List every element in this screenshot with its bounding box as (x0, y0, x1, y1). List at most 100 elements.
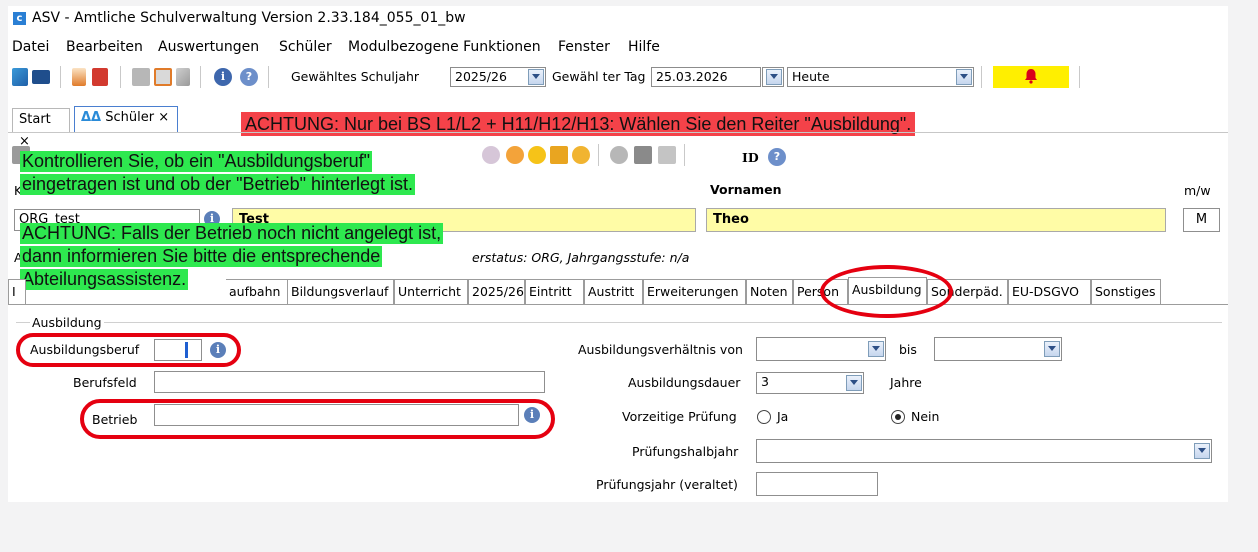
schuljahr-label: Gewähltes Schuljahr (291, 69, 420, 84)
report-icon[interactable] (72, 68, 86, 86)
keyboard-icon[interactable] (32, 70, 50, 84)
green-annotation-1-line-2: eingetragen ist und ob der "Betrieb" hin… (20, 174, 416, 195)
chevron-down-icon[interactable] (1194, 443, 1210, 459)
tab-schueler-label: Schüler (105, 110, 155, 125)
chevron-down-icon[interactable] (868, 341, 884, 357)
berufsfeld-field[interactable] (154, 371, 545, 393)
menu-bearbeiten[interactable]: Bearbeiten (66, 39, 143, 55)
radio-nein-label[interactable]: Nein (911, 409, 939, 424)
radio-ja-label[interactable]: Ja (777, 409, 788, 424)
tab-bildungsverlauf[interactable]: Bildungsverlauf (287, 279, 394, 305)
vornamen-value: Theo (713, 212, 749, 227)
tab-schueler[interactable]: ᐃᐃ Schüler × (74, 106, 178, 132)
menu-modulbezogene-funktionen[interactable]: Modulbezogene Funktionen (348, 39, 541, 55)
tab-2025-26[interactable]: 2025/26 (468, 279, 525, 305)
tag-label: Gewähl ter Tag (552, 69, 646, 84)
toolbar-separator (684, 144, 685, 166)
red-outline-betrieb (80, 399, 555, 439)
menu-auswertungen[interactable]: Auswertungen (158, 39, 259, 55)
verhaeltnis-bis-select[interactable] (934, 337, 1062, 361)
id-label[interactable]: ID (742, 150, 759, 165)
vorzeitig-label: Vorzeitige Prüfung (622, 409, 737, 424)
toolbar-separator (120, 66, 121, 88)
radio-nein[interactable] (891, 410, 905, 424)
tab-noten[interactable]: Noten (746, 279, 793, 305)
toolbar-separator (598, 144, 599, 166)
tabs-divider (8, 132, 1228, 133)
verhaeltnis-label: Ausbildungsverhältnis von (578, 342, 743, 357)
grid-icon[interactable] (634, 146, 652, 164)
schuljahr-select[interactable]: 2025/26 (450, 67, 546, 87)
toolbar-separator (268, 66, 269, 88)
tab-sonstiges[interactable]: Sonstiges (1091, 279, 1161, 305)
chevron-down-icon[interactable] (846, 375, 862, 391)
lightbulb-icon[interactable] (528, 146, 546, 164)
chevron-down-icon[interactable] (956, 69, 972, 85)
vornamen-label: Vornamen (710, 182, 782, 197)
lightning-icon[interactable] (176, 68, 190, 86)
heute-select[interactable]: Heute (787, 67, 974, 87)
modules-icon[interactable] (132, 68, 150, 86)
radio-ja[interactable] (757, 410, 771, 424)
vornamen-field[interactable]: Theo (706, 208, 1166, 232)
refresh-icon[interactable] (610, 146, 628, 164)
mw-label: m/w (1184, 183, 1211, 198)
dauer-value: 3 (761, 374, 769, 389)
menu-hilfe[interactable]: Hilfe (628, 39, 660, 55)
eye-icon[interactable] (506, 146, 524, 164)
print-icon[interactable] (482, 146, 500, 164)
tab-unterricht[interactable]: Unterricht (394, 279, 468, 305)
title-bar: c ASV - Amtliche Schulverwaltung Version… (8, 6, 1228, 32)
mw-field[interactable]: M (1183, 208, 1220, 232)
tab-i[interactable]: I (8, 279, 26, 305)
tag-dropdown[interactable] (762, 67, 784, 87)
menu-bar: Datei Bearbeiten Auswertungen Schüler Mo… (8, 36, 1228, 58)
close-icon[interactable]: × (158, 110, 169, 125)
menu-fenster[interactable]: Fenster (558, 39, 610, 55)
alarm-button[interactable] (993, 66, 1069, 88)
pruefungsjahr-field[interactable] (756, 472, 878, 496)
menu-schueler[interactable]: Schüler (279, 39, 332, 55)
verhaeltnis-von-select[interactable] (756, 337, 886, 361)
tab-start[interactable]: Start × (12, 108, 70, 149)
help-icon[interactable]: ? (768, 148, 786, 166)
ausbildung-group-label: Ausbildung (30, 315, 104, 330)
toolbar-separator (981, 66, 982, 88)
group-border (16, 322, 1222, 323)
asv-logo-icon: c (13, 12, 26, 25)
broom-icon[interactable] (550, 146, 568, 164)
chevron-down-icon[interactable] (766, 69, 782, 85)
heute-value: Heute (792, 69, 830, 84)
dauer-unit: Jahre (890, 375, 922, 390)
status-line: erstatus: ORG, Jahrgangsstufe: n/a (472, 250, 690, 265)
tab-eu-dsgvo[interactable]: EU-DSGVO (1008, 279, 1091, 305)
book-icon[interactable] (92, 68, 108, 86)
clock-icon[interactable] (572, 146, 590, 164)
dauer-select[interactable]: 3 (756, 372, 864, 394)
menu-datei[interactable]: Datei (12, 39, 49, 55)
chevron-down-icon[interactable] (528, 69, 544, 85)
info-icon[interactable]: i (214, 68, 232, 86)
red-outline-ausbildungsberuf (16, 333, 241, 367)
bell-icon (1025, 69, 1037, 84)
tab-eintritt[interactable]: Eintritt (525, 279, 584, 305)
tab-laufbahn[interactable]: aufbahn (226, 279, 288, 305)
table-icon[interactable] (658, 146, 676, 164)
green-annotation-1-line-1: Kontrollieren Sie, ob ein "Ausbildungsbe… (20, 151, 372, 172)
help-icon[interactable]: ? (240, 68, 258, 86)
window-icon[interactable] (154, 68, 172, 86)
tab-austritt[interactable]: Austritt (584, 279, 643, 305)
tag-field[interactable]: 25.03.2026 (651, 67, 761, 87)
tab-erweiterungen[interactable]: Erweiterungen (643, 279, 746, 305)
red-ellipse-ausbildung-tab (820, 265, 953, 318)
berufsfeld-label: Berufsfeld (73, 375, 137, 390)
dauer-label: Ausbildungsdauer (628, 375, 741, 390)
window-title: ASV - Amtliche Schulverwaltung Version 2… (32, 10, 466, 26)
students-icon: ᐃᐃ (81, 110, 102, 125)
green-annotation-2-line-2: dann informieren Sie bitte die entsprech… (20, 246, 383, 267)
green-annotation-2-line-1: ACHTUNG: Falls der Betrieb noch nicht an… (20, 223, 444, 244)
halbjahr-select[interactable] (756, 439, 1212, 463)
students-icon[interactable] (12, 68, 28, 86)
green-annotation-2-line-3: Abteilungsassistenz. (20, 269, 189, 290)
chevron-down-icon[interactable] (1044, 341, 1060, 357)
